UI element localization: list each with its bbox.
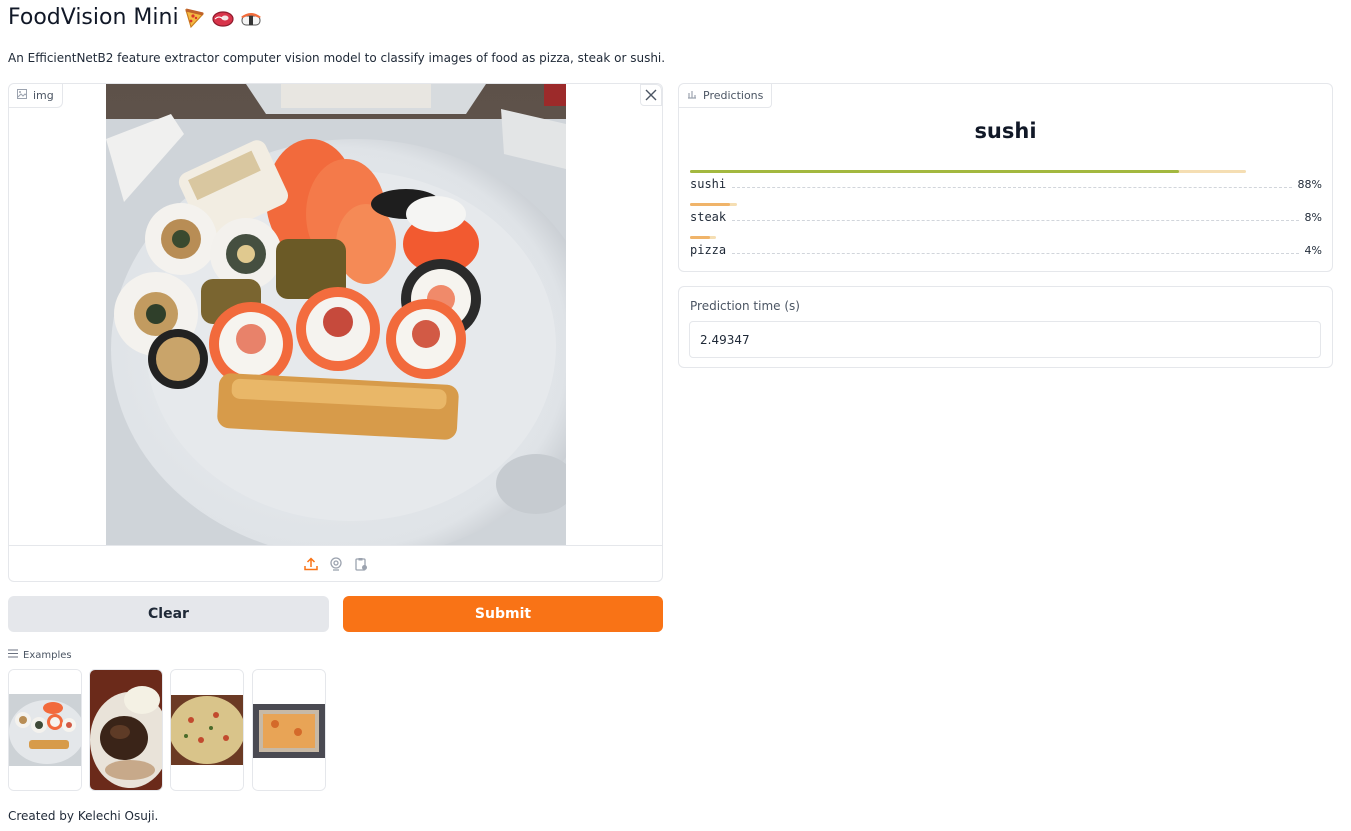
image-source-toolbar <box>9 545 662 581</box>
confidence-bar <box>690 236 711 239</box>
confidence-label: steak <box>690 210 727 224</box>
predictions-label: Predictions <box>679 84 773 108</box>
confidence-percent: 4% <box>1304 244 1322 257</box>
image-input-label: img <box>9 84 63 108</box>
prediction-time-label: Prediction time (s) <box>690 299 800 313</box>
confidence-bar <box>690 203 731 206</box>
image-input-panel[interactable]: img <box>8 83 663 582</box>
example-steak[interactable] <box>89 669 163 791</box>
pizza-icon <box>183 7 207 29</box>
upload-icon[interactable] <box>302 555 319 572</box>
page-subtitle: An EfficientNetB2 feature extractor comp… <box>8 51 666 65</box>
example-pizza-thumbnail <box>171 670 243 790</box>
example-steak-thumbnail <box>90 670 162 790</box>
examples-label-text: Examples <box>23 649 72 661</box>
list-icon <box>8 649 18 661</box>
uploaded-image <box>106 84 566 545</box>
dotted-leader <box>732 253 1299 254</box>
dotted-leader <box>732 187 1292 188</box>
confidence-percent: 8% <box>1304 211 1322 224</box>
title-text: FoodVision Mini <box>8 5 179 30</box>
predictions-label-text: Predictions <box>703 89 764 102</box>
image-input-label-text: img <box>33 89 54 102</box>
example-pizza-box-thumbnail <box>253 670 325 790</box>
webcam-icon[interactable] <box>327 555 344 572</box>
footer-credit: Created by Kelechi Osuji. <box>8 809 159 823</box>
dotted-leader <box>732 220 1299 221</box>
submit-button[interactable]: Submit <box>343 596 663 632</box>
steak-icon <box>211 7 235 29</box>
predictions-panel: Predictions sushi sushi 88% steak 8% pizza 4% <box>678 83 1333 272</box>
sushi-icon <box>239 7 263 29</box>
confidence-row: sushi 88% <box>690 177 1322 191</box>
confidence-bar <box>690 170 1180 173</box>
confidence-row: pizza 4% <box>690 243 1322 257</box>
example-pizza-box[interactable] <box>252 669 326 791</box>
prediction-time-field[interactable] <box>689 321 1321 358</box>
confidence-label: sushi <box>690 177 727 191</box>
bar-chart-icon <box>687 89 697 102</box>
page-title: FoodVision Mini <box>8 5 263 30</box>
close-icon <box>645 89 657 101</box>
confidence-row: steak 8% <box>690 210 1322 224</box>
image-icon <box>17 89 27 102</box>
example-sushi[interactable] <box>8 669 82 791</box>
example-sushi-thumbnail <box>9 670 81 790</box>
examples-label: Examples <box>8 649 72 661</box>
confidence-percent: 88% <box>1297 178 1322 191</box>
clear-button[interactable]: Clear <box>8 596 329 632</box>
prediction-time-panel: Prediction time (s) <box>678 286 1333 368</box>
clear-image-button[interactable] <box>640 84 662 106</box>
clipboard-icon[interactable] <box>352 555 369 572</box>
top-prediction: sushi <box>974 119 1037 143</box>
example-pizza[interactable] <box>170 669 244 791</box>
confidence-label: pizza <box>690 243 727 257</box>
